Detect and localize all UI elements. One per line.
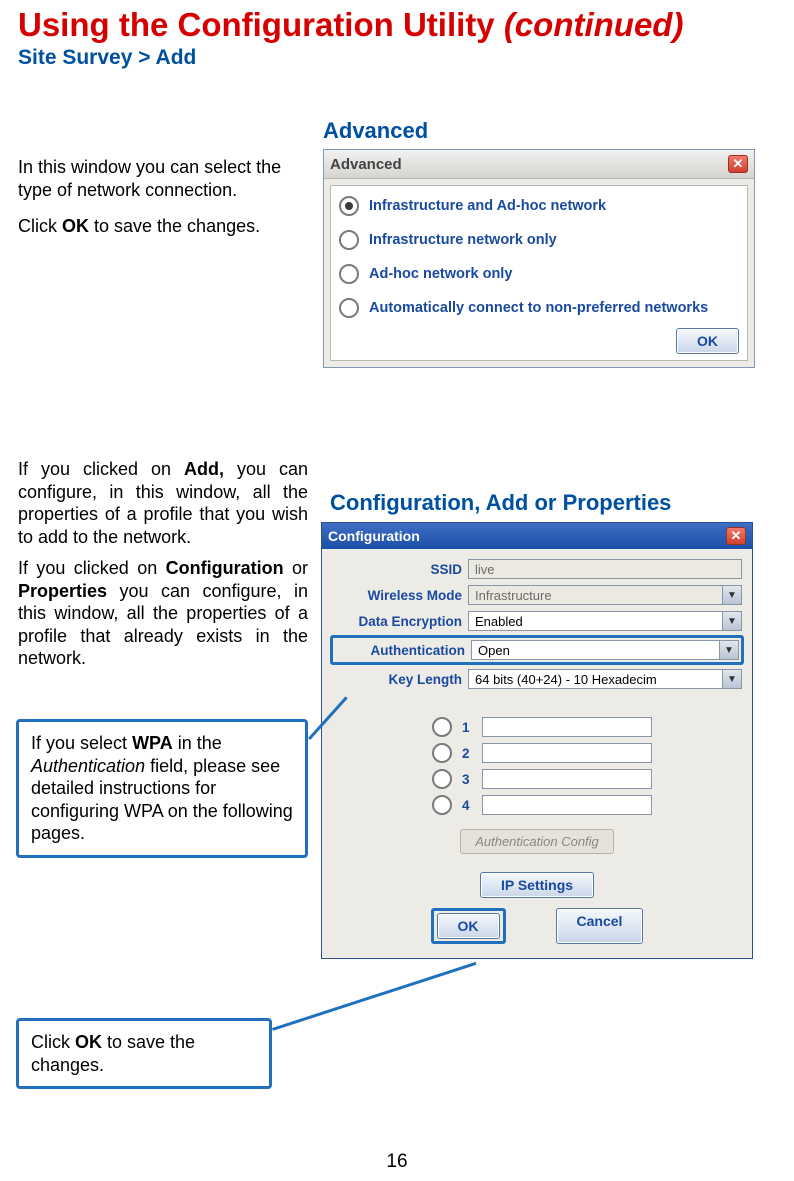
text-bold: Configuration [166,558,284,578]
ip-settings-button[interactable]: IP Settings [480,872,594,898]
breadcrumb: Site Survey > Add [18,46,776,70]
radio-icon[interactable] [339,298,359,318]
configuration-dialog: Configuration ✕ SSID Wireless Mode Infra… [321,522,753,959]
advanced-ok-instruction: Click OK to save the changes. [18,215,308,238]
key-number: 2 [462,746,472,761]
select-value: Infrastructure [475,588,552,603]
text: or [284,558,308,578]
key-row[interactable]: 4 [432,795,742,815]
chevron-down-icon: ▼ [719,641,738,659]
radio-icon[interactable] [432,769,452,789]
key-input[interactable] [482,769,652,789]
text-bold: Properties [18,581,107,601]
ok-button[interactable]: OK [676,328,739,354]
advanced-description: In this window you can select the type o… [18,156,308,201]
text-bold: OK [75,1032,102,1052]
radio-label: Infrastructure and Ad-hoc network [369,198,606,214]
wireless-mode-select[interactable]: Infrastructure ▼ [468,585,742,605]
text: to save the changes. [89,216,260,236]
ok-highlight: OK [431,908,506,944]
wireless-mode-label: Wireless Mode [332,588,462,603]
key-input[interactable] [482,717,652,737]
radio-option[interactable]: Infrastructure and Ad-hoc network [339,196,739,216]
text: If you select [31,733,132,753]
page-title-continued: (continued) [504,6,684,43]
key-input[interactable] [482,795,652,815]
close-icon[interactable]: ✕ [726,527,746,545]
page-title: Using the Configuration Utility [18,6,504,43]
close-icon[interactable]: ✕ [728,155,748,173]
page-title-row: Using the Configuration Utility (continu… [18,0,776,44]
cancel-button[interactable]: Cancel [556,908,644,944]
add-description: If you clicked on Add, you can configure… [18,458,308,548]
advanced-dialog: Advanced ✕ Infrastructure and Ad-hoc net… [323,149,755,368]
radio-option[interactable]: Ad-hoc network only [339,264,739,284]
connector-line [272,962,476,1031]
key-length-select[interactable]: 64 bits (40+24) - 10 Hexadecim ▼ [468,669,742,689]
text: If you clicked on [18,558,166,578]
chevron-down-icon: ▼ [722,612,741,630]
wpa-callout: If you select WPA in the Authentication … [16,719,308,858]
ok-callout: Click OK to save the changes. [16,1018,272,1089]
text: in the [173,733,222,753]
key-row[interactable]: 1 [432,717,742,737]
radio-icon[interactable] [432,795,452,815]
chevron-down-icon: ▼ [722,586,741,604]
key-length-label: Key Length [332,672,462,687]
configuration-heading: Configuration, Add or Properties [330,490,671,516]
text-bold: Add, [184,459,224,479]
ssid-input[interactable] [468,559,742,579]
config-properties-description: If you clicked on Configuration or Prope… [18,557,308,670]
radio-icon[interactable] [432,717,452,737]
page-number: 16 [0,1151,794,1173]
select-value: 64 bits (40+24) - 10 Hexadecim [475,672,657,687]
key-inputs: 1 2 3 4 [432,717,742,815]
text-bold: OK [62,216,89,236]
radio-icon[interactable] [432,743,452,763]
data-encryption-label: Data Encryption [332,614,462,629]
data-encryption-select[interactable]: Enabled ▼ [468,611,742,631]
radio-option[interactable]: Automatically connect to non-preferred n… [339,298,739,318]
advanced-heading: Advanced [323,118,428,144]
advanced-titlebar: Advanced ✕ [324,150,754,179]
configuration-titlebar: Configuration ✕ [322,523,752,549]
authentication-select[interactable]: Open ▼ [471,640,739,660]
advanced-dialog-title: Advanced [330,156,402,173]
text-bold: WPA [132,733,173,753]
radio-icon[interactable] [339,196,359,216]
select-value: Open [478,643,510,658]
radio-label: Ad-hoc network only [369,266,512,282]
radio-label: Infrastructure network only [369,232,557,248]
key-number: 4 [462,798,472,813]
radio-icon[interactable] [339,230,359,250]
key-number: 1 [462,720,472,735]
key-row[interactable]: 2 [432,743,742,763]
radio-label: Automatically connect to non-preferred n… [369,300,708,316]
key-number: 3 [462,772,472,787]
text-italic: Authentication [31,756,145,776]
configuration-dialog-title: Configuration [328,528,420,544]
ssid-label: SSID [332,562,462,577]
authentication-label: Authentication [335,643,465,658]
key-row[interactable]: 3 [432,769,742,789]
chevron-down-icon: ▼ [722,670,741,688]
radio-option[interactable]: Infrastructure network only [339,230,739,250]
radio-icon[interactable] [339,264,359,284]
key-input[interactable] [482,743,652,763]
text: In this window you can select the type o… [18,157,281,200]
ok-button[interactable]: OK [437,913,500,939]
select-value: Enabled [475,614,523,629]
text: Click [31,1032,75,1052]
text: Click [18,216,62,236]
authentication-config-button: Authentication Config [460,829,614,854]
text: If you clicked on [18,459,184,479]
authentication-highlight: Authentication Open ▼ [330,635,744,665]
